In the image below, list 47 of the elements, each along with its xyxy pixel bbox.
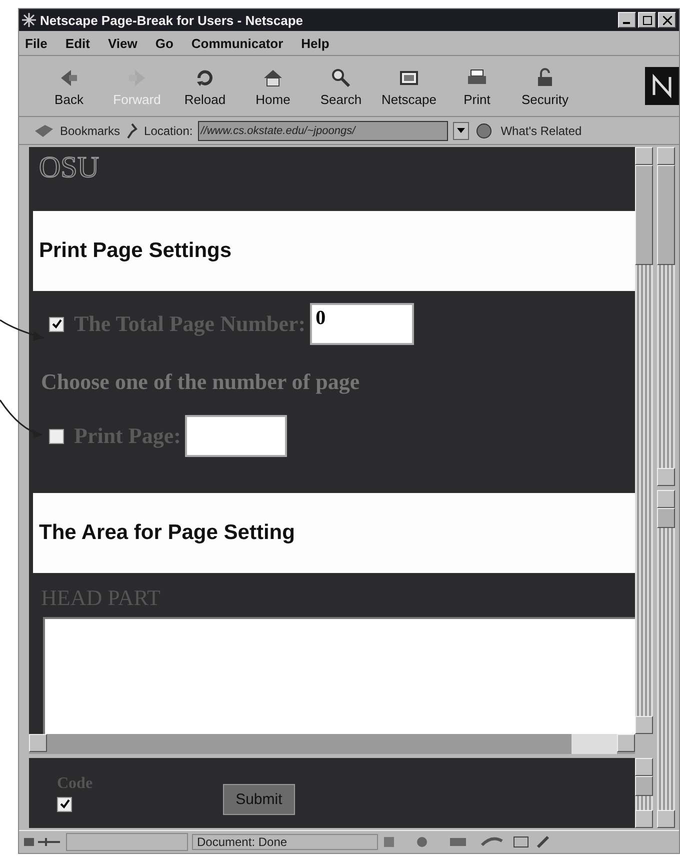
section-heading: Print Page Settings <box>39 239 232 263</box>
dropdown-button[interactable] <box>452 122 469 140</box>
url-field[interactable]: //www.cs.okstate.edu/~jpoongs/ <box>198 120 448 140</box>
close-icon <box>662 16 672 24</box>
osu-logo: OSU <box>38 151 100 186</box>
bookmark-icon <box>33 122 55 138</box>
checkbox[interactable] <box>57 796 72 812</box>
window-title: Netscape Page-Break for Users - Netscape <box>40 12 304 28</box>
vertical-scrollbar[interactable] <box>635 147 653 734</box>
toolbar-button[interactable]: Security <box>513 66 577 106</box>
check-icon <box>52 319 62 329</box>
menu-item[interactable]: Help <box>301 36 330 50</box>
caret-icon <box>456 128 465 133</box>
toolbar-button[interactable]: Netscape <box>377 66 441 106</box>
menu-item[interactable]: Go <box>155 36 174 50</box>
menu-item[interactable]: File <box>25 36 48 50</box>
menu-item[interactable]: View <box>108 36 138 50</box>
menu-item[interactable]: Edit <box>65 36 90 50</box>
vertical-scrollbar[interactable] <box>657 147 675 486</box>
check-icon <box>60 799 70 809</box>
toolbar-button[interactable]: Search <box>309 66 373 106</box>
instruction-text: Choose one of the number of page <box>41 369 361 395</box>
toolbar-button[interactable]: Print <box>445 66 509 106</box>
maximize-button[interactable] <box>638 12 656 28</box>
maximize-icon <box>642 16 652 24</box>
checkbox[interactable] <box>49 428 64 444</box>
text-area[interactable] <box>43 617 635 734</box>
horizontal-scrollbar[interactable] <box>29 734 653 754</box>
vertical-scrollbar[interactable] <box>657 490 675 828</box>
checkbox[interactable] <box>49 316 64 332</box>
menu-item[interactable]: Communicator <box>191 36 284 50</box>
bookmarks-button[interactable]: Bookmarks <box>60 124 120 138</box>
toolbar-button[interactable]: Home <box>241 66 305 106</box>
whats-related-button[interactable]: What's Related <box>500 124 582 138</box>
status-text: Document: Done <box>192 834 378 850</box>
vertical-scrollbar[interactable] <box>635 758 653 828</box>
toolbar-button[interactable]: Back <box>37 66 101 106</box>
input-field[interactable]: 0 <box>310 303 414 345</box>
location-label: Location: <box>144 124 193 138</box>
close-button[interactable] <box>658 12 676 28</box>
section-heading: The Area for Page Setting <box>39 521 295 545</box>
minimize-button[interactable] <box>618 12 636 28</box>
connection-icon <box>22 835 62 849</box>
input-field[interactable] <box>184 415 287 457</box>
toolbar-button[interactable]: Reload <box>173 66 237 106</box>
pin-icon <box>125 122 140 138</box>
app-icon <box>22 13 36 27</box>
